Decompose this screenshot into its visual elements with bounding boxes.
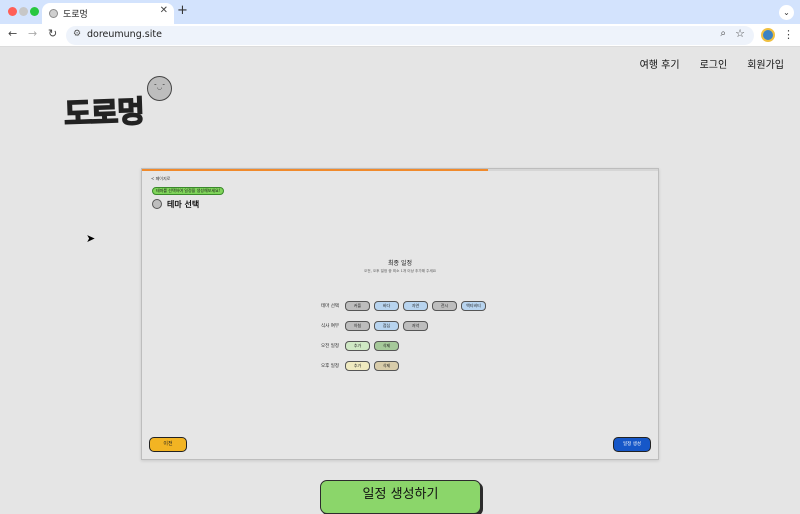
hint-badge: 테마를 선택하여 일정을 생성해보세요!	[152, 187, 225, 195]
chip-theme-activity[interactable]: 액티비티	[461, 300, 486, 311]
url-text: doreumung.site	[87, 29, 162, 40]
afternoon-row: 오후 일정 추가 삭제	[297, 360, 403, 371]
row-label: 오후 일정	[321, 363, 339, 369]
site-info-icon[interactable]: ⚙	[73, 29, 81, 39]
progress-bar	[142, 169, 658, 171]
final-schedule-subtitle: 오전, 오후 일정 중 최소 1개 이상 추가해 주세요	[363, 269, 437, 273]
address-bar[interactable]: ⚙ doreumung.site ⌕ ☆	[66, 26, 754, 45]
new-tab-button[interactable]: +	[177, 3, 188, 18]
chip-theme-nature[interactable]: 자연	[403, 300, 428, 311]
step-indicator-icon	[152, 199, 162, 209]
chip-theme-sea[interactable]: 바다	[374, 300, 399, 311]
close-window-button[interactable]	[8, 7, 17, 16]
chip-morning-delete[interactable]: 삭제	[374, 340, 399, 351]
row-label: 오전 일정	[321, 343, 339, 349]
chip-meal-breakfast[interactable]: 아침	[345, 320, 370, 331]
minimize-window-button[interactable]	[19, 7, 28, 16]
forward-icon[interactable]: →	[28, 27, 37, 40]
schedule-panel: < 페이지로 테마를 선택하여 일정을 생성해보세요! 테마 선택 최종 일정 …	[141, 168, 659, 460]
row-label: 테마 선택	[321, 303, 339, 309]
maximize-window-button[interactable]	[30, 7, 39, 16]
step-title: 테마 선택	[167, 200, 200, 209]
zoom-icon[interactable]: ⌕	[720, 28, 726, 39]
browser-menu-icon[interactable]: ⋮	[783, 28, 794, 41]
back-icon[interactable]: ←	[8, 27, 17, 40]
nav-link-signup[interactable]: 회원가입	[747, 56, 784, 71]
chip-theme-couple[interactable]: 커플	[345, 300, 370, 311]
progress-fill	[142, 169, 488, 171]
profile-avatar[interactable]	[761, 28, 775, 42]
reload-icon[interactable]: ↻	[48, 27, 57, 40]
bookmark-star-icon[interactable]: ☆	[735, 27, 745, 40]
browser-toolbar: ← → ↻ ⚙ doreumung.site ⌕ ☆ ⋮	[0, 24, 800, 47]
nav-link-login[interactable]: 로그인	[700, 56, 728, 71]
chip-afternoon-add[interactable]: 추가	[345, 360, 370, 371]
morning-row: 오전 일정 추가 삭제	[297, 340, 403, 351]
tab-search-button[interactable]: ⌄	[779, 5, 794, 20]
mouse-cursor-icon: ➤	[86, 232, 96, 245]
theme-row: 테마 선택 커플 바다 자연 전시 액티비티	[297, 300, 490, 311]
meal-row: 식사 여부 아침 점심 저녁	[297, 320, 432, 331]
back-link[interactable]: < 페이지로	[151, 176, 170, 182]
tab-close-icon[interactable]: ✕	[160, 5, 168, 16]
chip-morning-add[interactable]: 추가	[345, 340, 370, 351]
create-schedule-button[interactable]: 일정 생성하기	[320, 480, 481, 514]
row-label: 식사 여부	[321, 323, 339, 329]
top-navigation: 여행 후기 로그인 회원가입	[640, 56, 784, 71]
site-logo[interactable]: 도로멍	[63, 87, 145, 134]
favicon-icon	[49, 9, 58, 18]
chip-theme-exhibition[interactable]: 전시	[432, 300, 457, 311]
tab-title: 도로멍	[63, 10, 88, 20]
page-content: 여행 후기 로그인 회원가입 도로멍 ˘◡˘ ➤ < 페이지로 테마를 선택하여…	[0, 48, 800, 514]
chip-afternoon-delete[interactable]: 삭제	[374, 360, 399, 371]
mascot-icon: ˘◡˘	[147, 76, 172, 101]
chip-meal-lunch[interactable]: 점심	[374, 320, 399, 331]
final-schedule-title: 최종 일정	[388, 260, 412, 267]
chip-meal-dinner[interactable]: 저녁	[403, 320, 428, 331]
generate-schedule-button[interactable]: 일정 생성	[613, 437, 651, 452]
nav-link-reviews[interactable]: 여행 후기	[640, 56, 680, 71]
browser-tab-bar: 도로멍 ✕ + ⌄	[0, 0, 800, 24]
prev-button[interactable]: 이전	[149, 437, 187, 452]
browser-tab[interactable]: 도로멍 ✕	[42, 3, 174, 24]
